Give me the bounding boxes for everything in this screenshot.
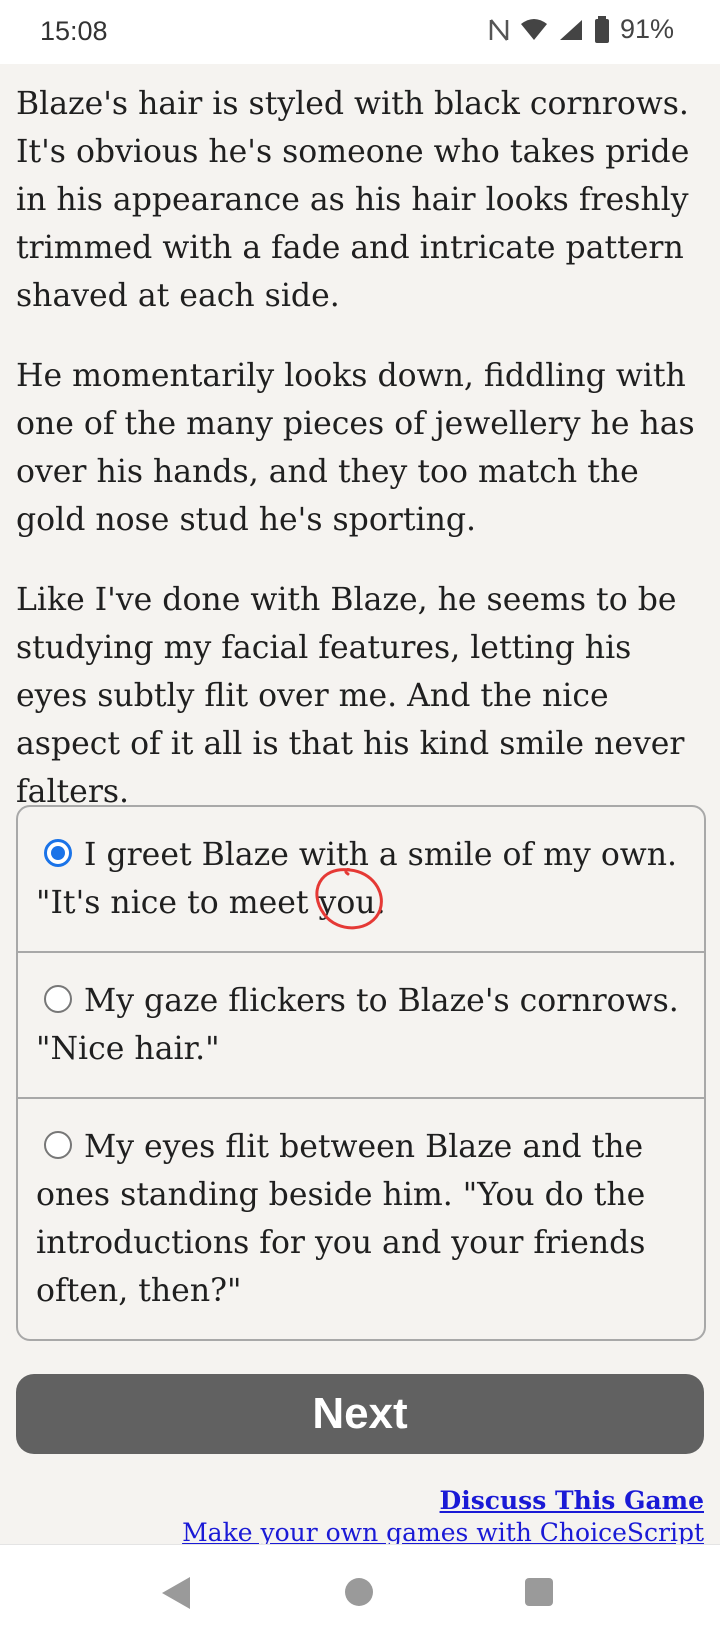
choice-label: My gaze flickers to Blaze's cornrows. "N…	[36, 983, 679, 1067]
footer-links: Discuss This Game Make your own games wi…	[182, 1484, 704, 1548]
navigation-bar	[0, 1544, 720, 1641]
battery-percent: 91%	[619, 14, 674, 44]
status-icons: 91%	[488, 14, 674, 45]
red-circle-annotation	[315, 868, 383, 930]
nfc-icon	[489, 18, 509, 41]
signal-icon	[559, 19, 582, 40]
story-paragraph: Blaze's hair is styled with black cornro…	[16, 86, 690, 314]
story-paragraph: Like I've done with Blaze, he seems to b…	[16, 582, 685, 810]
discuss-game-link[interactable]: Discuss This Game	[182, 1484, 704, 1518]
radio-button[interactable]	[44, 1131, 72, 1159]
choice-option-3[interactable]: My eyes flit between Blaze and the ones …	[18, 1097, 704, 1339]
status-time: 15:08	[40, 16, 108, 46]
recent-apps-icon[interactable]	[525, 1578, 553, 1606]
battery-icon	[594, 15, 609, 43]
wifi-icon	[520, 18, 547, 40]
choice-option-2[interactable]: My gaze flickers to Blaze's cornrows. "N…	[18, 951, 704, 1097]
radio-button[interactable]	[44, 985, 72, 1013]
back-icon[interactable]	[162, 1577, 190, 1609]
story-text: Blaze's hair is styled with black cornro…	[16, 80, 706, 848]
next-button[interactable]: Next	[16, 1374, 704, 1454]
status-bar: 15:08 91%	[0, 0, 720, 64]
radio-button-selected[interactable]	[44, 839, 72, 867]
choice-label: My eyes flit between Blaze and the ones …	[36, 1129, 646, 1309]
home-icon[interactable]	[345, 1578, 373, 1606]
story-paragraph: He momentarily looks down, fiddling with…	[16, 358, 695, 538]
